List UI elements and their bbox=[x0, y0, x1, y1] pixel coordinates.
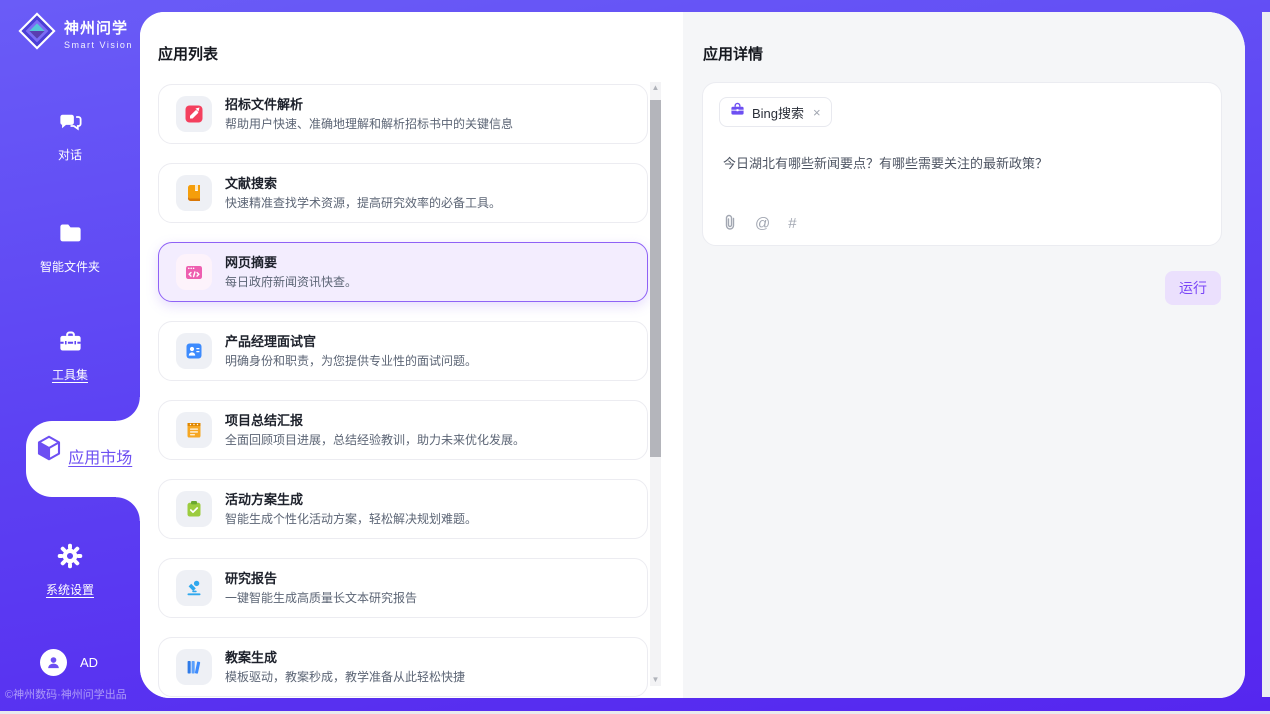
sidebar-item-settings[interactable]: 系统设置 bbox=[0, 542, 140, 598]
webpage-summary-icon bbox=[176, 254, 212, 290]
app-name: 教案生成 bbox=[225, 651, 465, 664]
mention-icon[interactable]: @ bbox=[755, 216, 770, 231]
pm-interviewer-icon bbox=[176, 333, 212, 369]
app-desc: 帮助用户快速、准确地理解和解析招标书中的关键信息 bbox=[225, 118, 513, 130]
brand-subtitle: Smart Vision bbox=[64, 40, 133, 50]
app-name: 活动方案生成 bbox=[225, 493, 477, 506]
app-name: 网页摘要 bbox=[225, 256, 357, 269]
sidebar-item-label: 对话 bbox=[0, 146, 140, 163]
sidebar-item-app-market[interactable]: 应用市场 bbox=[26, 421, 140, 497]
brand-name: 神州问学 bbox=[64, 17, 133, 38]
project-summary-icon bbox=[176, 412, 212, 448]
tool-tag-bing-search[interactable]: Bing搜索 × bbox=[719, 97, 832, 127]
app-name: 项目总结汇报 bbox=[225, 414, 525, 427]
user-account[interactable]: AD bbox=[40, 649, 98, 676]
avatar bbox=[40, 649, 67, 676]
sidebar-item-smart-folder[interactable]: 智能文件夹 bbox=[0, 220, 140, 275]
literature-search-icon bbox=[176, 175, 212, 211]
folder-icon bbox=[57, 234, 84, 251]
app-desc: 模板驱动，教案秒成，教学准备从此轻松快捷 bbox=[225, 671, 465, 683]
sidebar: 神州问学 Smart Vision 对话 智能文件夹 bbox=[0, 0, 140, 714]
app-desc: 每日政府新闻资讯快查。 bbox=[225, 276, 357, 288]
hash-icon[interactable]: # bbox=[788, 216, 796, 231]
app-list-panel: 应用列表 招标文件解析 帮助用户快速、准确地理解和解析招标书中的关键信息 bbox=[140, 12, 683, 698]
prompt-composer[interactable]: Bing搜索 × 今日湖北有哪些新闻要点？有哪些需要关注的最新政策？ @ # bbox=[702, 82, 1222, 246]
scroll-up-arrow-icon[interactable]: ▲ bbox=[650, 82, 661, 94]
app-card-lesson-plan[interactable]: 教案生成 模板驱动，教案秒成，教学准备从此轻松快捷 bbox=[158, 637, 648, 697]
app-desc: 智能生成个性化活动方案，轻松解决规划难题。 bbox=[225, 513, 477, 525]
app-card-research-report[interactable]: 研究报告 一键智能生成高质量长文本研究报告 bbox=[158, 558, 648, 618]
scrollbar-thumb[interactable] bbox=[650, 100, 661, 457]
composer-toolbar: @ # bbox=[723, 214, 797, 233]
copyright-footer: ©神州数码·神州问学出品 bbox=[5, 686, 127, 702]
lesson-plan-icon bbox=[176, 649, 212, 685]
app-card-webpage-summary[interactable]: 网页摘要 每日政府新闻资讯快查。 bbox=[158, 242, 648, 302]
app-card-event-plan[interactable]: 活动方案生成 智能生成个性化活动方案，轻松解决规划难题。 bbox=[158, 479, 648, 539]
app-card-pm-interviewer[interactable]: 产品经理面试官 明确身份和职责，为您提供专业性的面试问题。 bbox=[158, 321, 648, 381]
event-plan-icon bbox=[176, 491, 212, 527]
app-detail-panel: 应用详情 Bing搜索 × 今日湖北有哪些新闻要点？有哪些需要关注的最新政 bbox=[683, 12, 1245, 698]
sidebar-item-chat[interactable]: 对话 bbox=[0, 108, 140, 163]
app-card-list: 招标文件解析 帮助用户快速、准确地理解和解析招标书中的关键信息 bbox=[158, 84, 648, 698]
app-desc: 一键智能生成高质量长文本研究报告 bbox=[225, 592, 417, 604]
app-desc: 全面回顾项目进展，总结经验教训，助力未来优化发展。 bbox=[225, 434, 525, 446]
app-list-title: 应用列表 bbox=[158, 43, 218, 64]
app-desc: 快速精准查找学术资源，提高研究效率的必备工具。 bbox=[225, 197, 501, 209]
app-name: 研究报告 bbox=[225, 572, 417, 585]
right-gutter bbox=[1262, 12, 1270, 697]
app-desc: 明确身份和职责，为您提供专业性的面试问题。 bbox=[225, 355, 477, 367]
brand-logo: 神州问学 Smart Vision bbox=[18, 12, 133, 55]
user-initials: AD bbox=[80, 655, 98, 670]
briefcase-icon bbox=[730, 102, 745, 122]
gear-icon bbox=[56, 557, 84, 574]
app-window: 神州问学 Smart Vision 对话 智能文件夹 bbox=[0, 0, 1270, 714]
sidebar-item-toolset[interactable]: 工具集 bbox=[0, 328, 140, 383]
list-scrollbar[interactable]: ▲ ▼ bbox=[650, 82, 661, 686]
tool-tag-label: Bing搜索 bbox=[752, 103, 804, 122]
app-card-tender-parse[interactable]: 招标文件解析 帮助用户快速、准确地理解和解析招标书中的关键信息 bbox=[158, 84, 648, 144]
research-report-icon bbox=[176, 570, 212, 606]
cube-icon bbox=[34, 450, 68, 467]
diamond-logo-icon bbox=[18, 12, 56, 55]
app-name: 文献搜索 bbox=[225, 177, 501, 190]
attachment-icon[interactable] bbox=[723, 214, 737, 233]
remove-tag-icon[interactable]: × bbox=[813, 105, 821, 120]
sidebar-item-label: 智能文件夹 bbox=[0, 258, 140, 275]
app-card-literature-search[interactable]: 文献搜索 快速精准查找学术资源，提高研究效率的必备工具。 bbox=[158, 163, 648, 223]
tender-parse-icon bbox=[176, 96, 212, 132]
app-card-project-summary[interactable]: 项目总结汇报 全面回顾项目进展，总结经验教训，助力未来优化发展。 bbox=[158, 400, 648, 460]
app-name: 招标文件解析 bbox=[225, 98, 513, 111]
app-detail-title: 应用详情 bbox=[703, 43, 763, 64]
main-content: 应用列表 招标文件解析 帮助用户快速、准确地理解和解析招标书中的关键信息 bbox=[140, 12, 1245, 698]
run-button[interactable]: 运行 bbox=[1165, 271, 1221, 305]
sidebar-item-label: 应用市场 bbox=[68, 450, 132, 467]
query-text[interactable]: 今日湖北有哪些新闻要点？有哪些需要关注的最新政策？ bbox=[723, 153, 1201, 172]
sidebar-item-label: 系统设置 bbox=[0, 581, 140, 598]
app-name: 产品经理面试官 bbox=[225, 335, 477, 348]
toolbox-icon bbox=[57, 342, 84, 359]
scroll-down-arrow-icon[interactable]: ▼ bbox=[650, 674, 661, 686]
sidebar-item-label: 工具集 bbox=[0, 366, 140, 383]
chat-icon bbox=[57, 122, 84, 139]
